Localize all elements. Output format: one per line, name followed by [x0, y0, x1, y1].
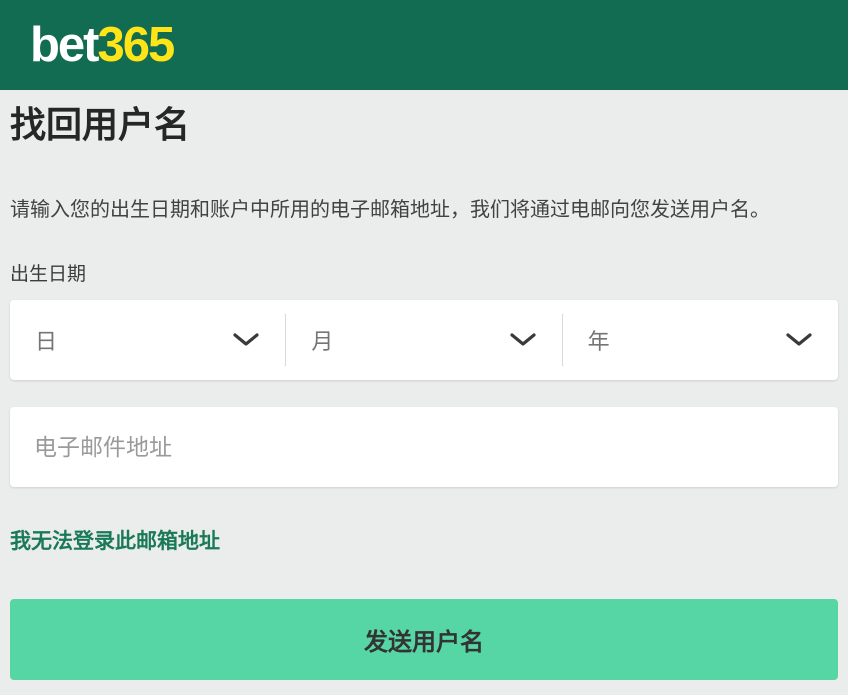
day-select-value: 日 [35, 324, 57, 356]
dob-select-row: 日 月 年 [10, 300, 838, 380]
logo-text-bet: bet [30, 18, 98, 72]
app-header: bet365 [0, 0, 848, 90]
send-username-button[interactable]: 发送用户名 [10, 599, 838, 680]
day-select[interactable]: 日 [10, 300, 285, 380]
month-select-value: 月 [311, 324, 333, 356]
instruction-text: 请输入您的出生日期和账户中所用的电子邮箱地址，我们将通过电邮向您发送用户名。 [10, 195, 838, 225]
dob-label: 出生日期 [10, 262, 838, 288]
logo-text-365: 365 [98, 18, 174, 72]
chevron-down-icon [510, 333, 536, 347]
bet365-logo[interactable]: bet365 [30, 21, 173, 70]
chevron-down-icon [786, 333, 812, 347]
email-address-input[interactable] [10, 407, 838, 487]
main-content: 找回用户名 请输入您的出生日期和账户中所用的电子邮箱地址，我们将通过电邮向您发送… [0, 103, 848, 680]
month-select[interactable]: 月 [286, 300, 561, 380]
year-select-value: 年 [588, 324, 610, 356]
year-select[interactable]: 年 [563, 300, 838, 380]
chevron-down-icon [233, 333, 259, 347]
page-title: 找回用户名 [10, 103, 838, 147]
cannot-access-email-link[interactable]: 我无法登录此邮箱地址 [10, 530, 220, 554]
